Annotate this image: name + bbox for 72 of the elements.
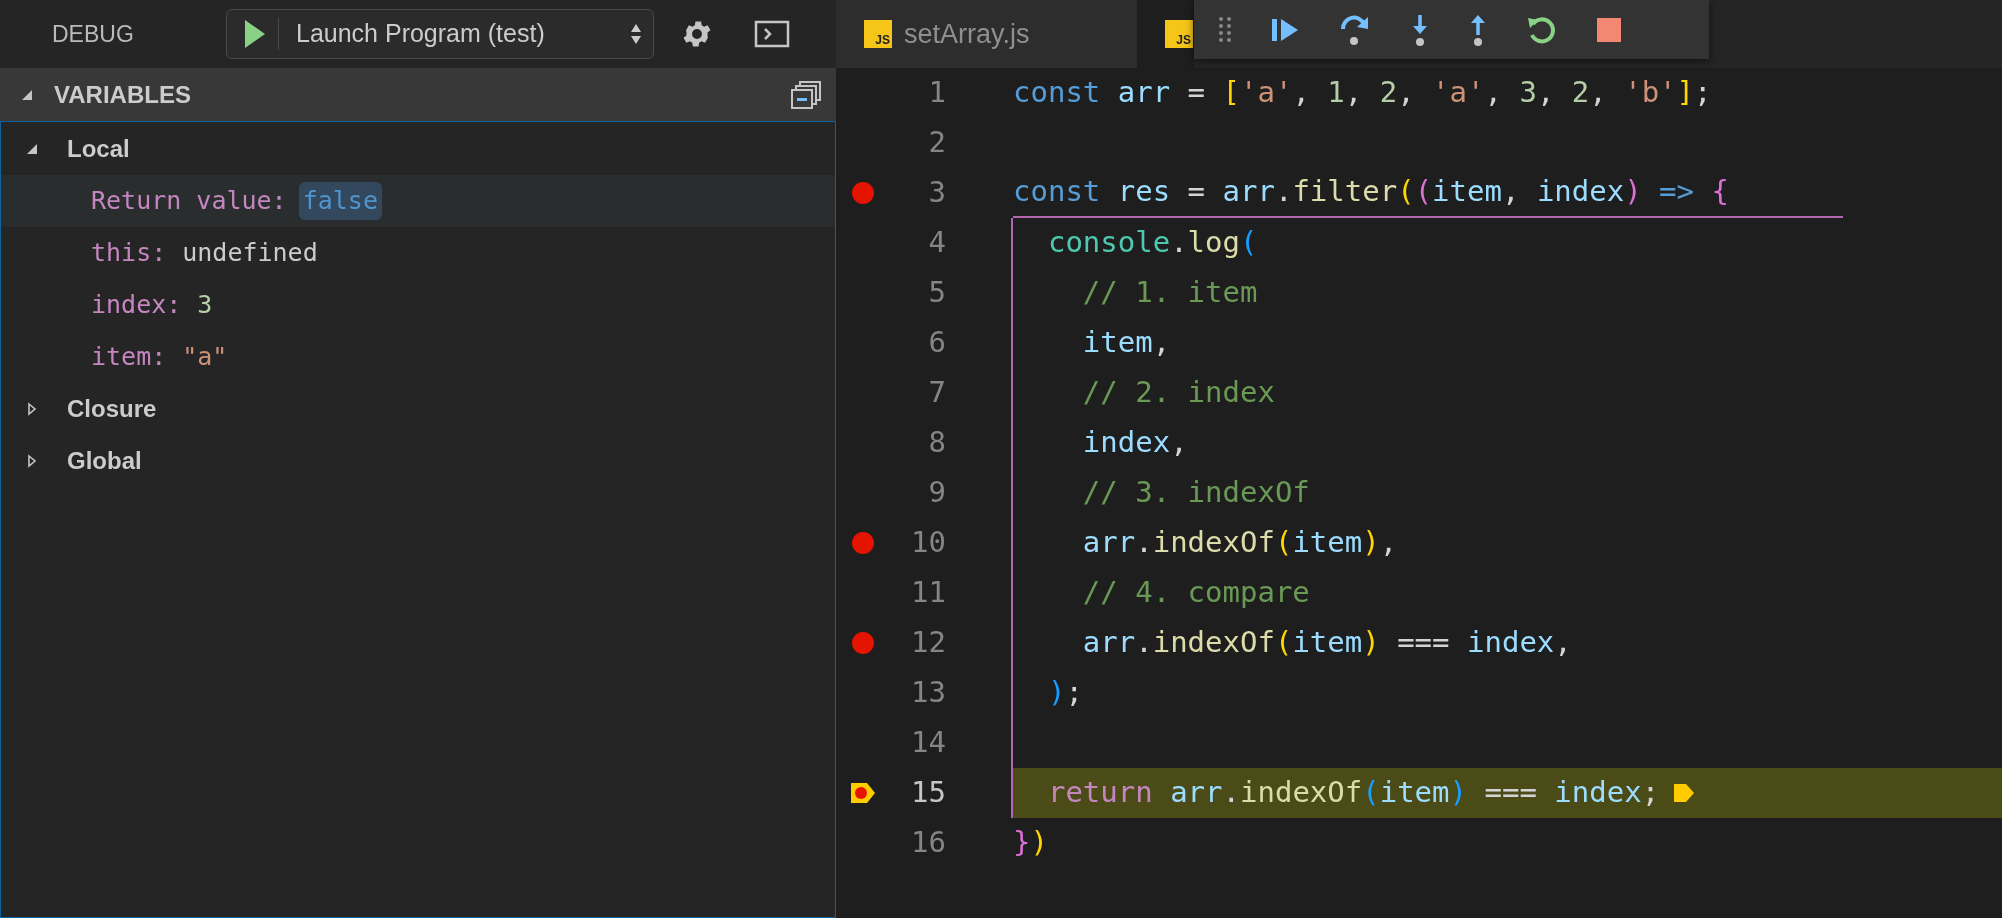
- variables-header[interactable]: VARIABLES: [0, 68, 836, 121]
- inline-breakpoint-icon: [1673, 782, 1696, 804]
- code-line: // 2. index: [1081, 374, 1275, 412]
- javascript-file-icon: JS: [864, 20, 892, 48]
- line-number: 5: [927, 274, 946, 312]
- line-number: 2: [927, 124, 946, 162]
- variable-value: undefined: [181, 237, 319, 270]
- stop-icon[interactable]: [1596, 16, 1622, 43]
- collapse-all-icon[interactable]: [790, 79, 822, 110]
- line-number: 14: [910, 724, 946, 762]
- code-line: const arr = ['a', 1, 2, 'a', 3, 2, 'b'];: [1013, 74, 1712, 112]
- line-number: 1: [927, 74, 946, 112]
- variable-value: "a": [181, 341, 229, 374]
- code-line: const res = arr.filter((item, index) => {: [1013, 173, 1729, 211]
- code-line: item,: [1081, 324, 1171, 362]
- launch-configuration-dropdown[interactable]: Launch Program (test): [226, 9, 654, 59]
- line-number: 8: [927, 424, 946, 462]
- line-number: 16: [910, 824, 946, 862]
- scope-row[interactable]: Local: [1, 123, 835, 175]
- step-into-icon[interactable]: [1410, 12, 1430, 47]
- variable-name: this:: [91, 237, 167, 270]
- scope-row[interactable]: Closure: [1, 383, 835, 435]
- collapsed-triangle-icon[interactable]: [25, 454, 39, 468]
- drag-handle-icon[interactable]: [1218, 16, 1232, 43]
- code-line: // 3. indexOf: [1081, 474, 1310, 512]
- variable-value: false: [298, 182, 382, 220]
- variable-row[interactable]: this: undefined: [1, 227, 835, 279]
- line-number: 6: [927, 324, 946, 362]
- editor-tab[interactable]: JS setArray.js: [836, 0, 1137, 68]
- variable-row[interactable]: Return value: false: [1, 175, 835, 227]
- line-number: 4: [927, 224, 946, 262]
- line-number: 13: [910, 674, 946, 712]
- current-breakpoint-icon[interactable]: [850, 782, 876, 804]
- variable-value: 3: [196, 289, 214, 322]
- variables-title: VARIABLES: [54, 79, 192, 110]
- variable-row[interactable]: index: 3: [1, 279, 835, 331]
- code-line: index,: [1081, 424, 1188, 462]
- code-line: }): [1013, 824, 1048, 862]
- line-number: 12: [910, 624, 946, 662]
- code-line: // 4. compare: [1081, 574, 1310, 612]
- scope-label: Global: [67, 446, 142, 476]
- scope-label: Closure: [67, 394, 157, 424]
- line-number: 9: [927, 474, 946, 512]
- up-down-caret-icon: [629, 22, 643, 46]
- line-number: 3: [927, 174, 946, 212]
- line-number: 15: [910, 774, 946, 812]
- editor-tab[interactable]: JS: [1137, 0, 1194, 68]
- breakpoint-icon[interactable]: [851, 631, 875, 655]
- scope-row[interactable]: Global: [1, 435, 835, 487]
- breakpoint-icon[interactable]: [851, 531, 875, 555]
- terminal-icon[interactable]: [754, 19, 790, 49]
- variable-name: item:: [91, 341, 167, 374]
- code-line: console.log(: [1046, 224, 1258, 262]
- code-line: arr.indexOf(item) === index,: [1081, 624, 1572, 662]
- debug-title: DEBUG: [52, 19, 135, 49]
- expanded-triangle-icon[interactable]: [25, 142, 39, 156]
- variable-name: index:: [91, 289, 182, 322]
- code-line: );: [1046, 674, 1083, 712]
- code-line: return arr.indexOf(item) === index;: [1046, 774, 1660, 812]
- collapsed-triangle-icon[interactable]: [25, 402, 39, 416]
- code-line: // 1. item: [1081, 274, 1258, 312]
- line-number: 10: [910, 524, 946, 562]
- variable-row[interactable]: item: "a": [1, 331, 835, 383]
- javascript-file-icon: JS: [1165, 20, 1193, 48]
- configuration-name: Launch Program (test): [296, 18, 546, 50]
- variable-name: Return value:: [91, 185, 287, 218]
- line-number: 11: [910, 574, 946, 612]
- scope-label: Local: [67, 134, 130, 164]
- tab-label: setArray.js: [904, 17, 1030, 51]
- breakpoint-icon[interactable]: [851, 181, 875, 205]
- line-number: 7: [927, 374, 946, 412]
- code-line: arr.indexOf(item),: [1081, 524, 1398, 562]
